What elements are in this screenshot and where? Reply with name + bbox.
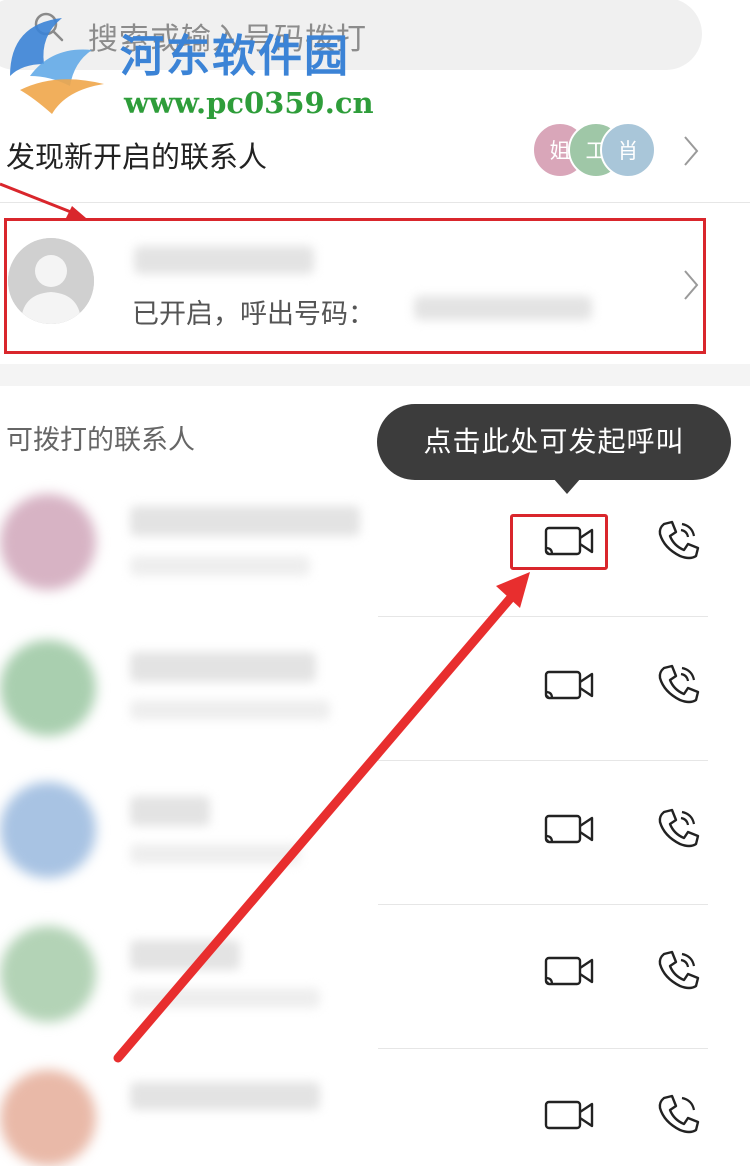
blurred-contact-name xyxy=(130,506,360,536)
contact-avatar xyxy=(0,494,96,590)
blurred-contact-name xyxy=(130,652,316,682)
divider xyxy=(378,616,708,617)
contact-avatar xyxy=(0,640,96,736)
watermark-url: www.pc0359.cn xyxy=(124,86,374,120)
contact-avatar xyxy=(0,926,96,1022)
annotation-arrowhead-main xyxy=(496,572,530,608)
chevron-right-icon[interactable] xyxy=(682,268,700,302)
self-call-settings-card[interactable] xyxy=(4,218,706,354)
blurred-contact-detail xyxy=(130,556,310,576)
phone-call-icon[interactable] xyxy=(650,804,710,852)
divider xyxy=(378,1048,708,1049)
video-call-icon[interactable] xyxy=(538,1092,598,1140)
phone-call-icon[interactable] xyxy=(650,946,710,994)
default-avatar-icon xyxy=(8,238,94,324)
watermark-logo-icon xyxy=(10,18,104,114)
phone-call-icon[interactable] xyxy=(650,1090,710,1138)
blurred-contact-name xyxy=(130,796,210,826)
blurred-contact-name xyxy=(130,1082,320,1110)
avatar xyxy=(8,238,94,324)
call-status-text: 已开启，呼出号码： xyxy=(132,299,375,330)
blurred-contact-detail xyxy=(130,844,300,864)
blurred-number xyxy=(414,296,592,320)
contact-avatar xyxy=(0,1070,96,1166)
blurred-contact-name xyxy=(130,940,240,970)
blurred-contact-detail xyxy=(130,988,320,1008)
watermark-title: 河东软件园 xyxy=(120,31,350,82)
annotation-arrow-top xyxy=(0,182,77,216)
blurred-contact-detail xyxy=(130,700,330,720)
tooltip-pointer xyxy=(553,478,581,494)
divider xyxy=(378,904,708,905)
annotation-arrowhead-top xyxy=(66,206,86,218)
video-call-icon[interactable] xyxy=(538,662,598,710)
video-call-icon[interactable] xyxy=(538,806,598,854)
chevron-right-icon[interactable] xyxy=(682,134,700,168)
phone-call-icon[interactable] xyxy=(650,516,710,564)
divider xyxy=(0,202,750,203)
discover-avatar: 肖 xyxy=(600,122,656,178)
section-separator xyxy=(0,364,750,386)
discover-contacts-label[interactable]: 发现新开启的联系人 xyxy=(6,134,267,176)
phone-call-icon[interactable] xyxy=(650,660,710,708)
divider xyxy=(378,760,708,761)
tooltip: 点击此处可发起呼叫 xyxy=(377,404,731,480)
video-call-icon[interactable] xyxy=(538,948,598,996)
video-call-highlight-box xyxy=(510,514,608,570)
contact-avatar xyxy=(0,782,96,878)
callable-contacts-header: 可拨打的联系人 xyxy=(6,425,195,456)
blurred-name xyxy=(134,246,314,274)
